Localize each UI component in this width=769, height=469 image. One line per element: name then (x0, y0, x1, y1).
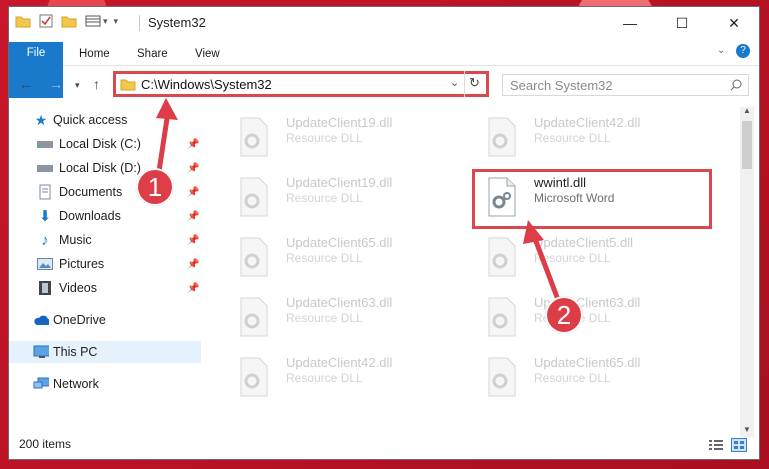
step-badge-2: 2 (545, 296, 583, 334)
arrow-1-head (156, 98, 178, 120)
arrow-2 (531, 235, 563, 306)
annotation-arrows (155, 98, 563, 306)
arrow-2-head (523, 220, 544, 244)
step-badge-1: 1 (136, 168, 174, 206)
